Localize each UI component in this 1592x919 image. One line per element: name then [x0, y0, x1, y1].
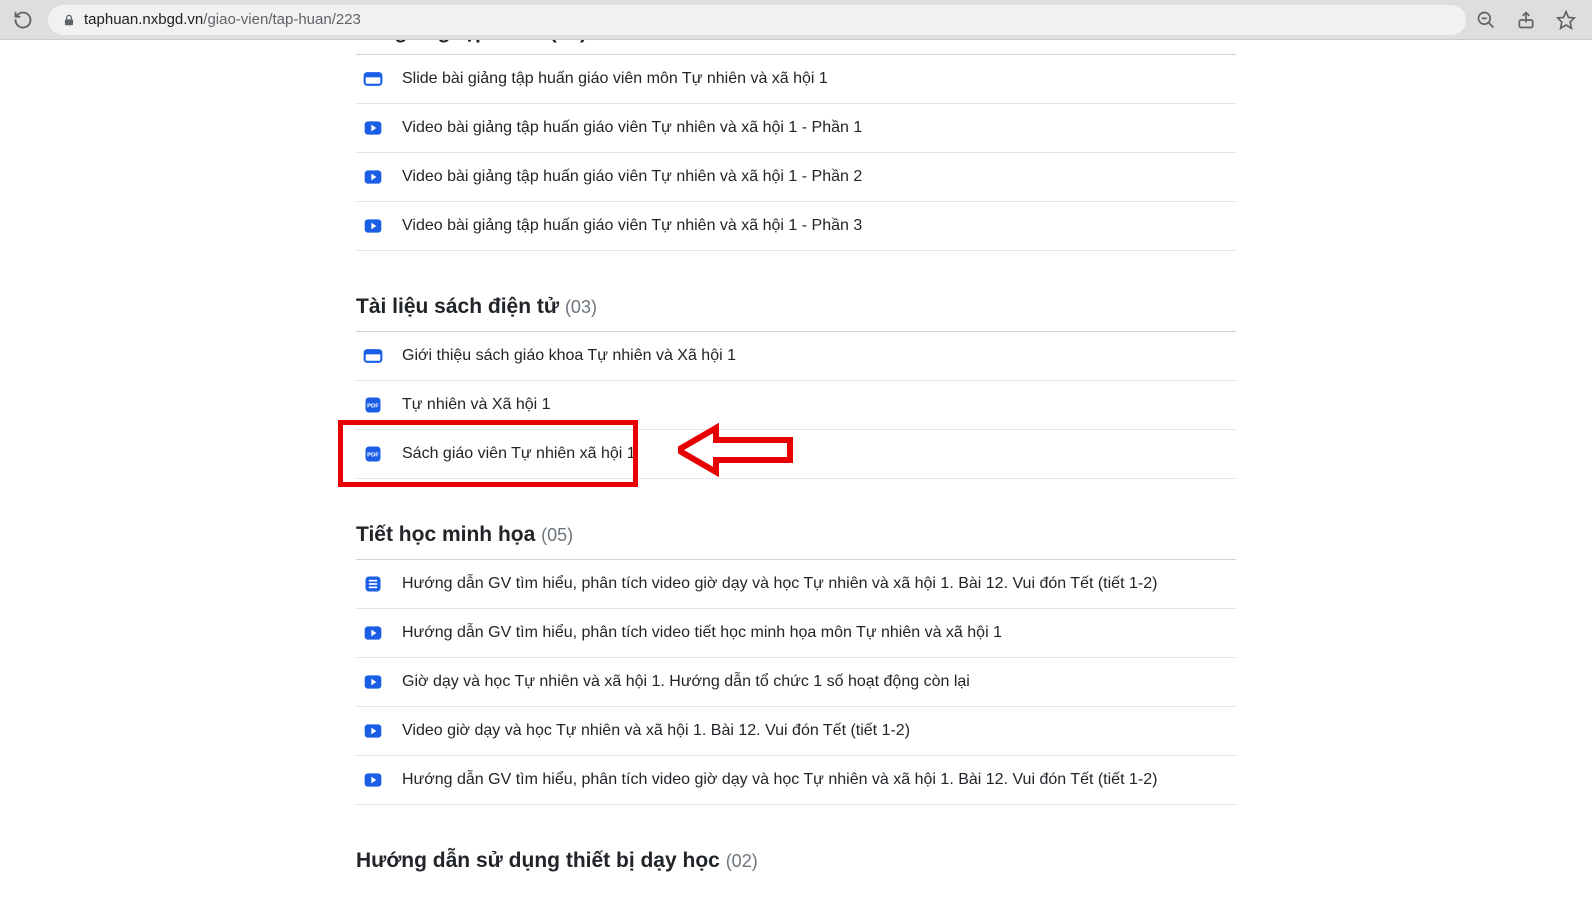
url-text: taphuan.nxbgd.vn/giao-vien/tap-huan/223	[84, 11, 361, 28]
section-list: Giới thiệu sách giáo khoa Tự nhiên và Xã…	[356, 331, 1236, 479]
list-item-label: Giới thiệu sách giáo khoa Tự nhiên và Xã…	[402, 347, 736, 365]
list-item-label: Hướng dẫn GV tìm hiểu, phân tích video g…	[402, 575, 1157, 593]
share-button[interactable]	[1516, 10, 1536, 30]
list-item[interactable]: Hướng dẫn GV tìm hiểu, phân tích video g…	[356, 756, 1236, 805]
slide-icon	[363, 69, 383, 89]
pdf-icon: PDF	[363, 444, 383, 464]
video-icon	[363, 623, 383, 643]
list-item[interactable]: Video giờ dạy và học Tự nhiên và xã hội …	[356, 707, 1236, 756]
bookmark-button[interactable]	[1556, 10, 1576, 30]
video-icon	[363, 770, 383, 790]
pdf-icon: PDF	[363, 395, 383, 415]
video-icon	[363, 672, 383, 692]
reload-icon	[13, 10, 33, 30]
svg-text:PDF: PDF	[367, 404, 379, 410]
list-item[interactable]: Video bài giảng tập huấn giáo viên Tự nh…	[356, 153, 1236, 202]
list-item-label: Video giờ dạy và học Tự nhiên và xã hội …	[402, 722, 910, 740]
video-icon	[363, 167, 383, 187]
slide-icon	[363, 346, 383, 366]
video-icon	[363, 118, 383, 138]
share-icon	[1516, 10, 1536, 30]
section-count: (02)	[726, 851, 758, 871]
section-title: Tiết học minh họa (05)	[356, 523, 1236, 559]
list-item[interactable]: Video bài giảng tập huấn giáo viên Tự nh…	[356, 104, 1236, 153]
section-count: (03)	[565, 297, 597, 317]
list-item[interactable]: Hướng dẫn GV tìm hiểu, phân tích video t…	[356, 609, 1236, 658]
section-title: Hướng dẫn sử dụng thiết bị dạy học (02)	[356, 849, 1236, 885]
doc-icon	[363, 574, 383, 594]
section-title: Tài liệu sách điện tử (03)	[356, 295, 1236, 331]
browser-toolbar: taphuan.nxbgd.vn/giao-vien/tap-huan/223	[0, 0, 1592, 40]
list-item-label: Video bài giảng tập huấn giáo viên Tự nh…	[402, 119, 862, 137]
list-item-label: Hướng dẫn GV tìm hiểu, phân tích video t…	[402, 624, 1002, 642]
list-item-label: Giờ dạy và học Tự nhiên và xã hội 1. Hướ…	[402, 673, 970, 691]
list-item-label: Video bài giảng tập huấn giáo viên Tự nh…	[402, 168, 862, 186]
list-item-label: Sách giáo viên Tự nhiên xã hội 1	[402, 445, 636, 463]
list-item-label: Hướng dẫn GV tìm hiểu, phân tích video g…	[402, 771, 1157, 789]
reload-button[interactable]	[8, 10, 38, 30]
lock-icon	[62, 13, 76, 27]
video-icon	[363, 216, 383, 236]
zoom-out-icon	[1476, 10, 1496, 30]
section-title-partial: Bài giảng tập huấn (04)	[356, 40, 1236, 54]
list-item[interactable]: Giờ dạy và học Tự nhiên và xã hội 1. Hướ…	[356, 658, 1236, 707]
list-item-label: Tự nhiên và Xã hội 1	[402, 396, 551, 414]
section-list: Hướng dẫn GV tìm hiểu, phân tích video g…	[356, 559, 1236, 805]
toolbar-right	[1476, 10, 1584, 30]
zoom-out-button[interactable]	[1476, 10, 1496, 30]
list-item-label: Slide bài giảng tập huấn giáo viên môn T…	[402, 70, 828, 88]
section-count: (05)	[541, 525, 573, 545]
list-item[interactable]: Video bài giảng tập huấn giáo viên Tự nh…	[356, 202, 1236, 251]
list-item-label: Video bài giảng tập huấn giáo viên Tự nh…	[402, 217, 862, 235]
video-icon	[363, 721, 383, 741]
list-item[interactable]: PDF Tự nhiên và Xã hội 1	[356, 381, 1236, 430]
list-item[interactable]: PDF Sách giáo viên Tự nhiên xã hội 1	[356, 430, 1236, 479]
star-icon	[1556, 10, 1576, 30]
address-bar[interactable]: taphuan.nxbgd.vn/giao-vien/tap-huan/223	[48, 5, 1466, 35]
list-item[interactable]: Giới thiệu sách giáo khoa Tự nhiên và Xã…	[356, 332, 1236, 381]
svg-text:PDF: PDF	[367, 453, 379, 459]
page-body: Bài giảng tập huấn (04) Slide bài giảng t…	[0, 40, 1592, 919]
section-list: Slide bài giảng tập huấn giáo viên môn T…	[356, 54, 1236, 251]
list-item[interactable]: Slide bài giảng tập huấn giáo viên môn T…	[356, 55, 1236, 104]
list-item[interactable]: Hướng dẫn GV tìm hiểu, phân tích video g…	[356, 560, 1236, 609]
